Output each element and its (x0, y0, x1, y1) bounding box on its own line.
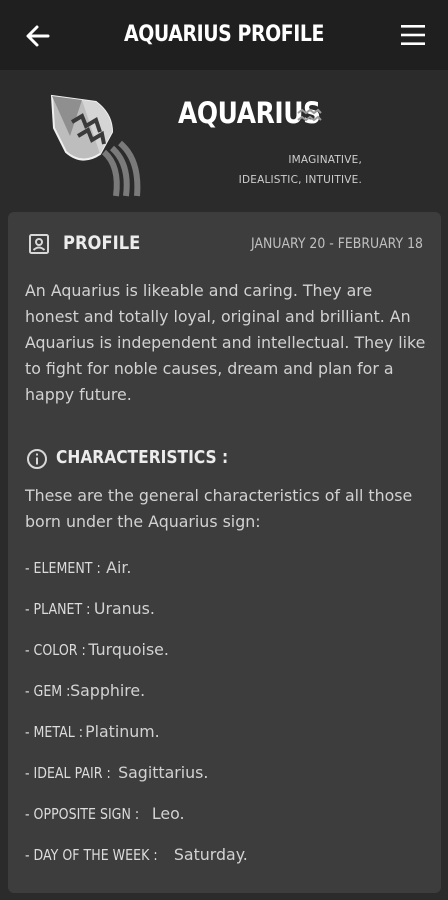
hamburger-menu-icon[interactable] (400, 22, 426, 48)
profile-title: PROFILE (63, 232, 141, 254)
fact-ideal-pair: - IDEAL PAIR : Sagittarius. (25, 763, 209, 782)
profile-description: An Aquarius is likeable and caring. They… (25, 281, 426, 404)
fact-opposite-sign: - OPPOSITE SIGN : Leo. (25, 804, 185, 823)
fact-metal: - METAL : Platinum. (25, 722, 160, 741)
app-bar: AQUARIUS PROFILE (0, 0, 448, 70)
aquarius-glyph-icon (297, 108, 322, 122)
profile-card-icon (29, 234, 49, 254)
sign-header: AQUARIUS IMAGINATIVE, IDEALISTIC, INTUIT… (0, 70, 448, 212)
page-title: AQUARIUS PROFILE (124, 22, 324, 47)
fact-element: - ELEMENT : Air. (25, 558, 132, 577)
fact-color: - COLOR : Turquoise. (25, 640, 169, 659)
fact-day-of-week: - DAY OF THE WEEK : Saturday. (25, 845, 248, 864)
profile-card: PROFILE JANUARY 20 - FEBRUARY 18 An Aqua… (8, 212, 441, 893)
fact-gem: - GEM : Sapphire. (25, 681, 146, 700)
info-icon (27, 449, 47, 469)
fact-planet: - PLANET : Uranus. (25, 599, 155, 618)
characteristics-intro: These are the general characteristics of… (25, 486, 413, 531)
sign-traits: IMAGINATIVE, IDEALISTIC, INTUITIVE. (238, 154, 362, 186)
aquarius-water-jug-icon (50, 94, 141, 197)
sign-dates: JANUARY 20 - FEBRUARY 18 (251, 236, 423, 252)
characteristics-title: CHARACTERISTICS : (56, 447, 229, 468)
